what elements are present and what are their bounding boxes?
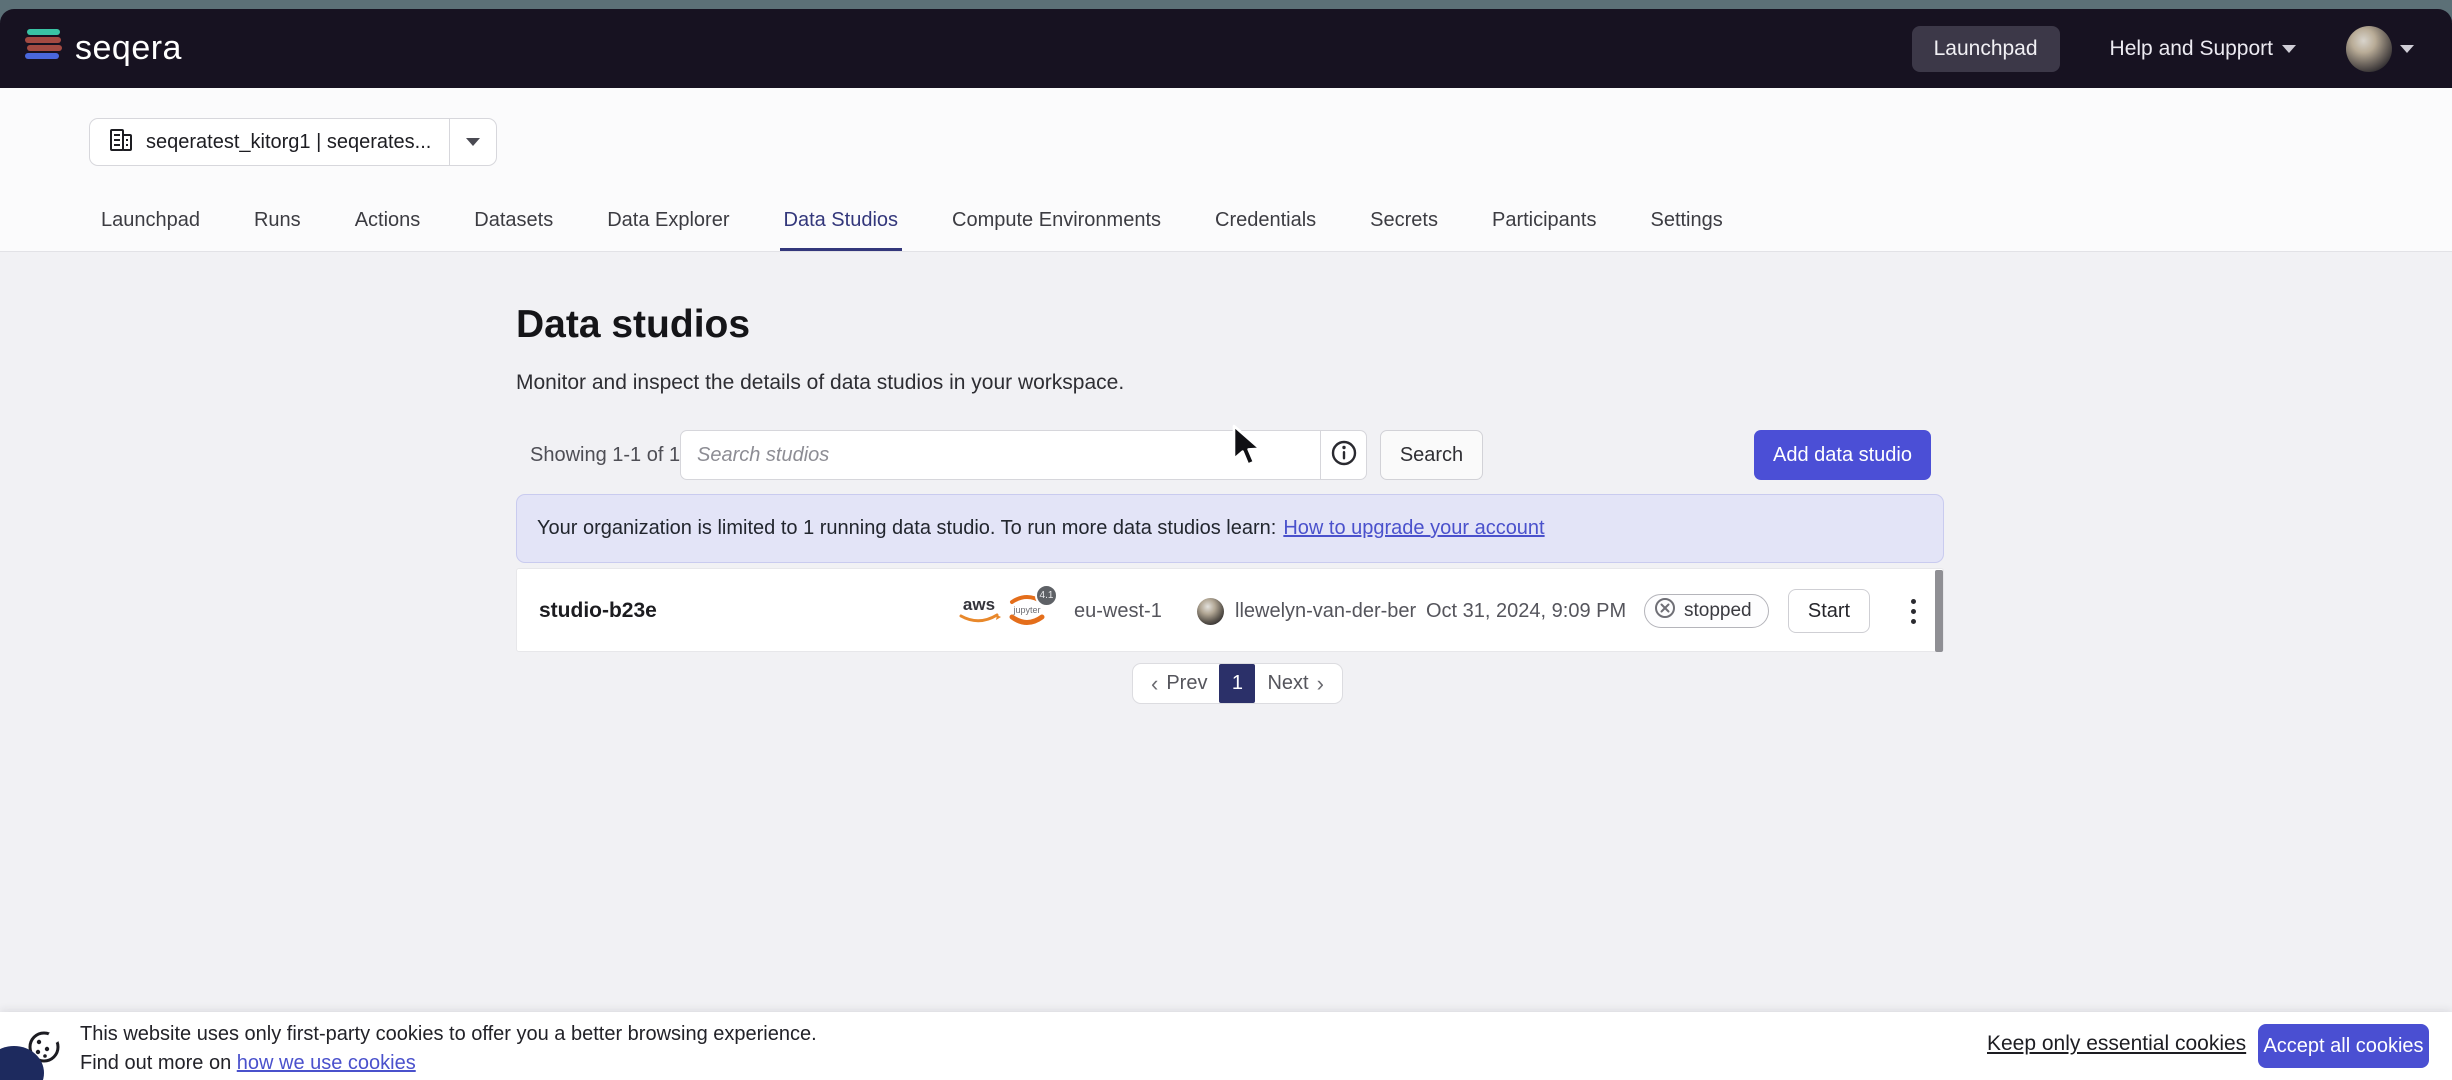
cookie-banner: This website uses only first-party cooki… [0,1012,2452,1080]
workspace-header: seqeratest_kitorg1 | seqerates... Launch… [0,88,2452,252]
avatar[interactable] [2346,26,2392,72]
tab-launchpad[interactable]: Launchpad [97,209,204,251]
user-menu[interactable] [2346,26,2414,72]
avatar [1197,598,1224,625]
chevron-down-icon [466,138,480,146]
search-button[interactable]: Search [1380,430,1483,480]
tab-data-explorer[interactable]: Data Explorer [603,209,733,251]
tab-runs[interactable]: Runs [250,209,305,251]
pagination: ‹ Prev 1 Next › [1132,663,1343,704]
page-title: Data studios [516,303,750,347]
chevron-left-icon: ‹ [1151,673,1158,695]
org-workspace-label: seqeratest_kitorg1 | seqerates... [146,131,431,154]
upgrade-account-link[interactable]: How to upgrade your account [1283,517,1544,540]
limit-banner: Your organization is limited to 1 runnin… [516,494,1944,563]
status-badge: stopped [1644,569,1769,653]
next-label: Next [1267,672,1308,695]
chevron-down-icon [2282,45,2296,53]
tab-participants[interactable]: Participants [1488,209,1601,251]
brand-name: seqera [75,29,182,68]
studio-date: Oct 31, 2024, 9:09 PM [1426,569,1626,653]
aws-text: aws [963,595,995,614]
help-and-support-menu[interactable]: Help and Support [2110,37,2296,61]
studio-region: eu-west-1 [1074,569,1162,653]
tab-data-studios[interactable]: Data Studios [780,209,903,251]
page-subtitle: Monitor and inspect the details of data … [516,371,1124,395]
owner-avatar-cell [1197,569,1224,653]
status-label: stopped [1684,600,1752,622]
aws-provider-icon: aws [955,569,1003,653]
search-group [680,430,1367,480]
chevron-right-icon: › [1317,673,1324,695]
page-number-current[interactable]: 1 [1219,664,1255,703]
jupyter-tool: jupyter 4.1 [1004,569,1050,653]
studio-owner: llewelyn-van-der-ber [1235,569,1416,653]
organization-icon [108,127,134,158]
next-page-button[interactable]: Next › [1255,664,1335,703]
help-and-support-label: Help and Support [2110,37,2273,61]
seqera-logo[interactable]: seqera [25,28,182,69]
limit-banner-text: Your organization is limited to 1 runnin… [537,517,1276,540]
info-icon [1331,440,1357,471]
row-options-menu[interactable] [1891,569,1935,653]
start-studio-button[interactable]: Start [1788,589,1870,633]
svg-text:jupyter: jupyter [1012,605,1040,615]
add-data-studio-button[interactable]: Add data studio [1754,430,1931,480]
kebab-menu-icon [1911,599,1916,624]
top-navbar: seqera Launchpad Help and Support [0,9,2452,88]
chevron-down-icon [2400,45,2414,53]
search-info-segment[interactable] [1320,430,1367,480]
org-selector-caret[interactable] [449,119,496,165]
launchpad-button[interactable]: Launchpad [1912,26,2060,72]
tab-actions[interactable]: Actions [351,209,425,251]
cookie-line2: Find out more on how we use cookies [80,1049,817,1078]
seqera-logo-icon [25,28,63,69]
accept-all-cookies-button[interactable]: Accept all cookies [2258,1024,2429,1068]
tab-datasets[interactable]: Datasets [470,209,557,251]
prev-page-button[interactable]: ‹ Prev [1139,664,1219,703]
studios-table: studio-b23e aws jupyter 4.1 eu-west-1 ll… [516,568,1944,652]
tab-settings[interactable]: Settings [1646,209,1726,251]
prev-label: Prev [1166,672,1207,695]
results-count: Showing 1-1 of 1 [530,430,680,480]
tab-secrets[interactable]: Secrets [1366,209,1442,251]
studio-name[interactable]: studio-b23e [539,569,657,653]
tab-credentials[interactable]: Credentials [1211,209,1320,251]
keep-essential-cookies-link[interactable]: Keep only essential cookies [1987,1032,2246,1056]
workspace-tabs: Launchpad Runs Actions Datasets Data Exp… [97,209,1727,251]
tab-compute-environments[interactable]: Compute Environments [948,209,1165,251]
table-scrollbar[interactable] [1935,570,1943,652]
stopped-circle-x-icon [1654,597,1676,625]
cookie-line1: This website uses only first-party cooki… [80,1020,817,1049]
cookie-policy-link[interactable]: how we use cookies [237,1052,416,1074]
cookie-message: This website uses only first-party cooki… [80,1020,817,1078]
tool-version-badge: 4.1 [1035,584,1058,607]
search-input[interactable] [680,430,1320,480]
cookie-line2-prefix: Find out more on [80,1052,237,1074]
org-workspace-selector[interactable]: seqeratest_kitorg1 | seqerates... [89,118,497,166]
